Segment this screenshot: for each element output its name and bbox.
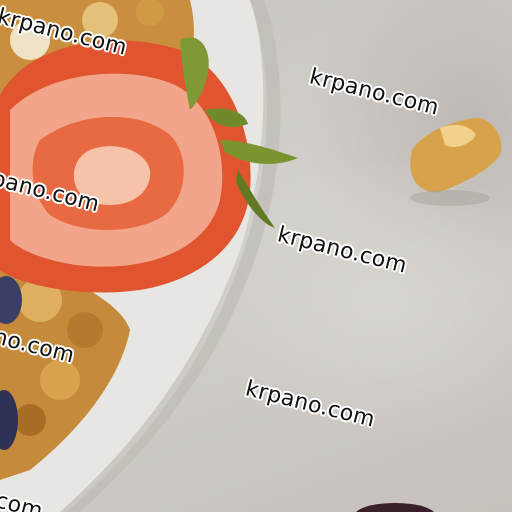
strawberry-half: [0, 40, 251, 293]
food-photo: [0, 0, 502, 512]
granola-cluster: [410, 118, 502, 206]
photo-scene: krpano.com krpano.com pano.com krpano.co…: [0, 0, 512, 512]
berry: [356, 503, 434, 512]
